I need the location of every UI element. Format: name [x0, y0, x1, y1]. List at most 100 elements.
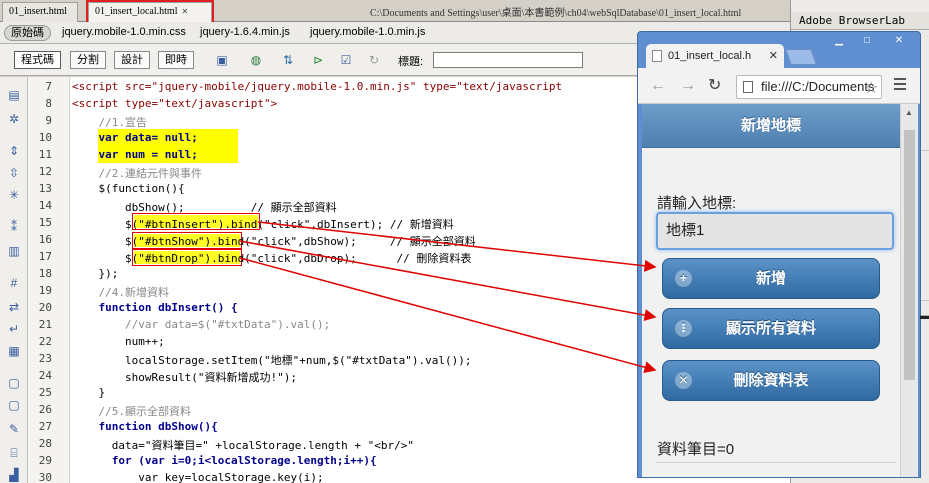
address-bar[interactable]: file:///C:/Documents	[736, 75, 882, 99]
code-line: $(function(){	[72, 182, 185, 195]
code-line: dbShow(); // 顯示全部資料	[72, 201, 337, 214]
code-line: //2.連結元件與事件	[72, 167, 202, 180]
globe-icon[interactable]: ◍	[248, 52, 264, 68]
highlight-invalid-icon[interactable]: ▥	[6, 243, 22, 259]
document-path: C:\Documents and Settings\user\桌面\本書範例\c…	[370, 8, 742, 19]
line-number: 18	[38, 267, 52, 280]
expand-icon[interactable]: ⇳	[6, 165, 22, 181]
browser-tab-strip: ▁ □ ✕ 01_insert_local.h ✕	[638, 32, 920, 68]
button-label: 顯示所有資料	[725, 320, 816, 337]
code-line: $("#btnInsert").bind("click",dbInsert); …	[72, 218, 454, 231]
open-documents-icon[interactable]: ▤	[6, 87, 22, 103]
check-page-icon[interactable]: ☑	[338, 52, 354, 68]
code-line: <script src="jquery-mobile/jquery.mobile…	[72, 80, 563, 93]
code-line: var data= null;	[72, 131, 198, 144]
line-number: 25	[38, 386, 52, 399]
line-number: 13	[38, 182, 52, 195]
insert-button[interactable]: + 新增	[662, 258, 880, 299]
button-label: 刪除資料表	[733, 372, 809, 389]
line-number: 11	[38, 148, 52, 161]
view-split-button[interactable]: 分割	[70, 51, 106, 69]
drop-table-button[interactable]: ✕ 刪除資料表	[662, 360, 880, 401]
word-wrap-icon[interactable]: ↵	[6, 321, 22, 337]
code-line: localStorage.setItem("地標"+num,$("#txtDat…	[72, 354, 472, 367]
code-line: showResult("資料新增成功!");	[72, 371, 297, 384]
tab-label: 01_insert.html	[9, 6, 68, 17]
remove-comment-icon[interactable]: ▢	[6, 397, 22, 413]
code-hint-icon[interactable]: ▦	[6, 343, 22, 359]
close-tab-icon[interactable]: ✕	[769, 44, 778, 68]
view-code-button[interactable]: 程式碼	[14, 51, 61, 69]
landmark-input[interactable]: 地標1	[656, 212, 894, 250]
document-tab-bar: 01_insert.html 01_insert_local.html ✕ C:\…	[0, 0, 790, 24]
maximize-icon[interactable]: □	[854, 34, 880, 48]
line-number: 22	[38, 335, 52, 348]
wrap-tag-icon[interactable]: ✎	[6, 421, 22, 437]
code-line: //var data=$("#txtData").val();	[72, 318, 331, 331]
page-icon	[652, 50, 662, 62]
close-window-icon[interactable]: ✕	[886, 34, 912, 48]
refresh-icon[interactable]: ↻	[366, 52, 382, 68]
related-file-link[interactable]: jquery.mobile-1.0.min.css	[62, 26, 186, 38]
url-text: file:///C:/Documents	[761, 79, 875, 94]
collapse-icon[interactable]: ⇕	[6, 143, 22, 159]
code-line: }	[72, 386, 106, 399]
delete-icon: ✕	[675, 372, 692, 389]
code-line: });	[72, 267, 119, 280]
line-number: 7	[45, 80, 52, 93]
scroll-up-icon[interactable]: ▲	[905, 108, 913, 117]
code-line: //5.顯示全部資料	[72, 405, 191, 418]
tab-01-insert[interactable]: 01_insert.html	[2, 2, 78, 22]
bookmark-star-icon[interactable]: ☆	[864, 78, 878, 98]
source-code-button[interactable]: 原始碼	[4, 25, 51, 41]
view-live-button[interactable]: 即時	[158, 51, 194, 69]
partial-panel-glyph: ▬	[920, 310, 929, 322]
code-line: <script type="text/javascript">	[72, 97, 278, 110]
auto-indent-icon[interactable]: ⇄	[6, 299, 22, 315]
scroll-thumb[interactable]	[904, 130, 915, 380]
line-number: 8	[45, 97, 52, 110]
code-line: //4.新增資料	[72, 286, 169, 299]
select-parent-icon[interactable]: ✳	[6, 187, 22, 203]
forward-icon[interactable]: →	[680, 77, 696, 95]
code-line: var num = null;	[72, 148, 198, 161]
menu-icon[interactable]	[894, 78, 906, 93]
browser-window: ▁ □ ✕ 01_insert_local.h ✕ ← → ↻ file:///…	[637, 31, 921, 478]
recent-snippets-icon[interactable]: ⌸	[6, 445, 22, 461]
related-file-link[interactable]: jquery.mobile-1.0.min.js	[310, 26, 425, 38]
syntax-coloring-icon[interactable]: #	[6, 275, 22, 291]
browser-viewport: 新增地標 請輸入地標: 地標1 + 新增 ⁝ 顯示所有資料 ✕ 刪除資料表 資料…	[642, 104, 900, 477]
tab-01-insert-local[interactable]: 01_insert_local.html ✕	[86, 0, 214, 24]
related-file-link[interactable]: jquery-1.6.4.min.js	[200, 26, 290, 38]
debug-icon[interactable]: ⊳	[310, 52, 326, 68]
file-management-icon[interactable]: ⇅	[280, 52, 296, 68]
move-css-icon[interactable]: ▟	[6, 467, 22, 483]
browser-tab[interactable]: 01_insert_local.h ✕	[646, 44, 784, 68]
browser-nav-bar: ← → ↻ file:///C:/Documents ☆	[638, 68, 920, 104]
line-number: 26	[38, 403, 52, 416]
back-icon[interactable]: ←	[650, 77, 666, 95]
multiscreen-icon[interactable]: ▣	[214, 52, 230, 68]
code-line: function dbInsert() {	[72, 301, 238, 314]
divider	[656, 462, 896, 463]
show-all-button[interactable]: ⁝ 顯示所有資料	[662, 308, 880, 349]
line-number-gutter: 7 8 9 10 11 12 13 14 15 16 17 18 19 20 2…	[28, 77, 70, 483]
vertical-scrollbar[interactable]: ▲	[900, 104, 918, 477]
code-line: var key=localStorage.key(i);	[72, 471, 324, 483]
line-numbers-icon[interactable]: ⁑	[6, 219, 22, 235]
line-number: 29	[38, 454, 52, 467]
line-number: 10	[38, 131, 52, 144]
close-icon[interactable]: ✕	[182, 7, 189, 16]
plus-icon: +	[675, 270, 692, 287]
line-number: 27	[38, 420, 52, 433]
view-design-button[interactable]: 設計	[114, 51, 150, 69]
gear-icon[interactable]: ✲	[6, 111, 22, 127]
apply-comment-icon[interactable]: ▢	[6, 375, 22, 391]
code-line: data="資料筆目=" +localStorage.length + "<br…	[72, 439, 415, 452]
reload-icon[interactable]: ↻	[708, 77, 721, 95]
minimize-icon[interactable]: ▁	[826, 34, 852, 48]
title-input[interactable]	[433, 52, 583, 68]
new-tab-button[interactable]	[785, 49, 817, 65]
code-line: for (var i=0;i<localStorage.length;i++){	[72, 454, 377, 467]
line-number: 24	[38, 369, 52, 382]
